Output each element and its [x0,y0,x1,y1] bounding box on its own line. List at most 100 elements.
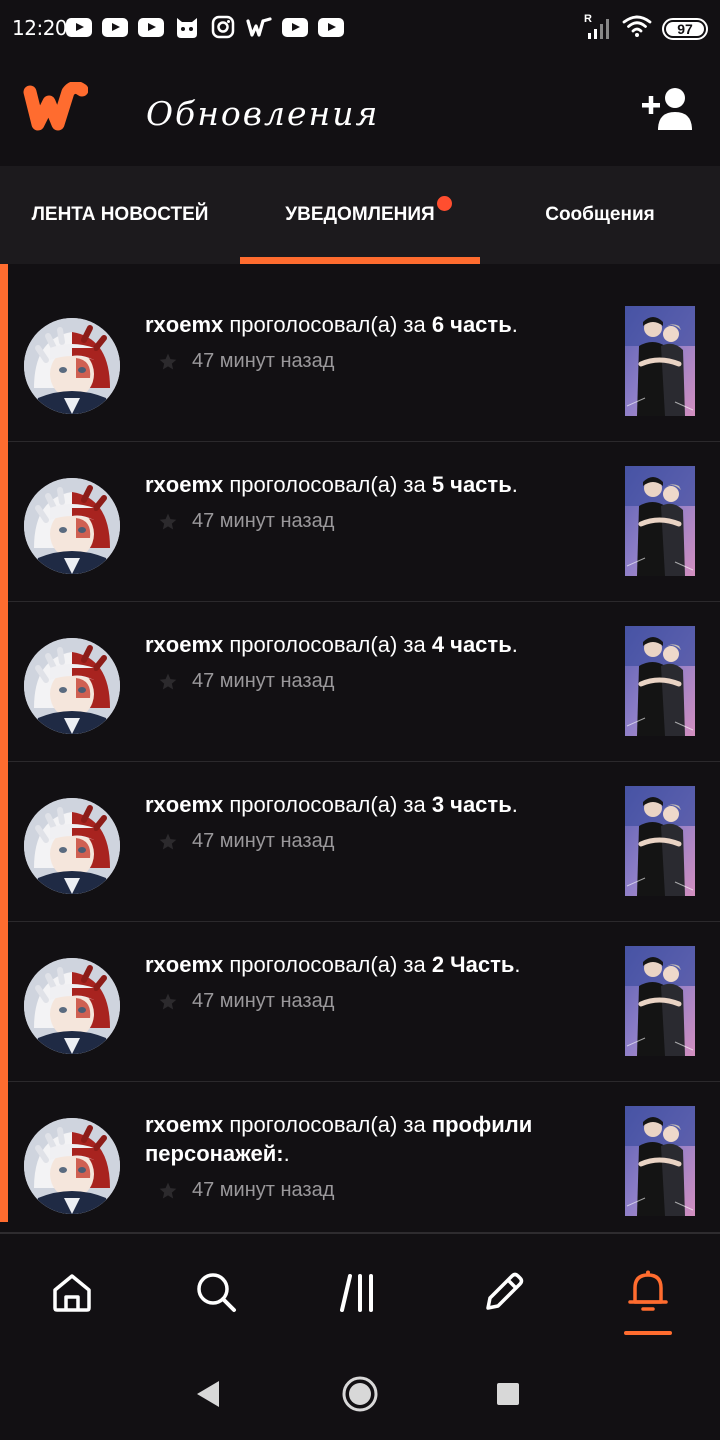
tab-notifications[interactable]: УВЕДОМЛЕНИЯ [240,166,480,264]
tab-messages-label: Сообщения [545,204,655,225]
tab-bar: ЛЕНТА НОВОСТЕЙ УВЕДОМЛЕНИЯ Сообщения [0,166,720,264]
notification-time: 47 минут назад [192,510,335,532]
youtube-notification-icon [102,17,128,37]
user-avatar[interactable] [24,638,120,734]
notification-item[interactable]: rxoemx проголосовал(а) за 4 часть. 47 ми… [8,602,720,762]
nav-write[interactable] [472,1260,536,1324]
wattpad-small-icon [246,14,272,40]
nav-notifications[interactable] [616,1260,680,1324]
app-header: Обновления [0,56,720,166]
active-nav-indicator [624,1331,672,1335]
user-avatar[interactable] [24,958,120,1054]
instagram-icon [210,14,236,40]
add-user-icon [642,88,692,130]
notification-target[interactable]: 5 часть [432,472,512,497]
status-time: 12:20 [12,16,68,40]
story-cover-thumbnail[interactable] [625,946,695,1056]
notification-meta: 47 минут назад [158,670,334,693]
user-avatar[interactable] [24,318,120,414]
back-triangle-icon [197,1381,219,1407]
notification-time: 47 минут назад [192,1179,335,1201]
notification-action: проголосовал(а) за [223,632,432,657]
notification-text: rxoemx проголосовал(а) за 3 часть. [145,790,585,819]
star-icon [159,353,177,369]
youtube-notification-icon [282,17,308,37]
notification-username[interactable]: rxoemx [145,312,223,337]
battery-level: 97 [677,20,693,37]
notification-time: 47 минут назад [192,830,335,852]
notification-action: проголосовал(а) за [223,312,432,337]
story-cover-thumbnail[interactable] [625,786,695,896]
notification-meta: 47 минут назад [158,830,334,853]
story-cover-thumbnail[interactable] [625,466,695,576]
youtube-notification-icon [66,17,92,37]
notification-time: 47 минут назад [192,990,335,1012]
star-icon [159,993,177,1009]
notification-item[interactable]: rxoemx проголосовал(а) за 3 часть. 47 ми… [8,762,720,922]
system-back-button[interactable] [184,1370,232,1418]
star-icon [159,673,177,689]
notification-username[interactable]: rxoemx [145,792,223,817]
notification-action: проголосовал(а) за [223,1112,432,1137]
notification-meta: 47 минут назад [158,990,334,1013]
notification-suffix: . [511,632,518,657]
home-icon [53,1274,91,1312]
story-cover-thumbnail[interactable] [625,1106,695,1216]
tab-messages[interactable]: Сообщения [480,166,720,264]
youtube-notification-icon [138,17,164,37]
signal-icon: R [584,13,612,41]
system-recents-button[interactable] [484,1370,532,1418]
nav-library[interactable] [328,1260,392,1324]
notification-action: проголосовал(а) за [223,952,432,977]
story-cover-thumbnail[interactable] [625,626,695,736]
tab-news-feed-label: ЛЕНТА НОВОСТЕЙ [31,204,209,225]
status-app-icons [66,14,344,40]
status-indicators: R 97 [584,13,708,43]
notification-action: проголосовал(а) за [223,792,432,817]
notification-item[interactable]: rxoemx проголосовал(а) за 6 часть. 47 ми… [8,282,720,442]
bell-icon [628,1270,668,1311]
page-title: Обновления [146,94,380,133]
youtube-notification-icon [318,17,344,37]
notification-text: rxoemx проголосовал(а) за 4 часть. [145,630,585,659]
notification-item[interactable]: rxoemx проголосовал(а) за 5 часть. 47 ми… [8,442,720,602]
tab-notifications-label: УВЕДОМЛЕНИЯ [285,204,435,225]
wattpad-logo[interactable] [22,80,89,139]
notification-time: 47 минут назад [192,670,335,692]
notification-item[interactable]: rxoemx проголосовал(а) за 2 Часть. 47 ми… [8,922,720,1082]
add-friend-button[interactable] [642,86,698,137]
notification-target[interactable]: 3 часть [432,792,512,817]
notification-target[interactable]: 2 Часть [432,952,515,977]
notification-target[interactable]: 4 часть [432,632,512,657]
notification-text: rxoemx проголосовал(а) за 2 Часть. [145,950,585,979]
search-icon [197,1273,236,1312]
notification-username[interactable]: rxoemx [145,632,223,657]
pencil-icon [486,1272,524,1310]
story-cover-thumbnail[interactable] [625,306,695,416]
user-avatar[interactable] [24,798,120,894]
nav-search[interactable] [184,1260,248,1324]
notification-username[interactable]: rxoemx [145,472,223,497]
system-home-button[interactable] [336,1370,384,1418]
system-navigation-bar [0,1348,720,1440]
notification-target[interactable]: 6 часть [432,312,512,337]
recents-square-icon [497,1383,519,1405]
tab-news-feed[interactable]: ЛЕНТА НОВОСТЕЙ [0,166,240,264]
notification-time: 47 минут назад [192,350,335,372]
notification-username[interactable]: rxoemx [145,1112,223,1137]
notification-username[interactable]: rxoemx [145,952,223,977]
notification-suffix: . [511,312,518,337]
user-avatar[interactable] [24,478,120,574]
notification-list[interactable]: rxoemx проголосовал(а) за 6 часть. 47 ми… [0,264,720,1232]
notification-item[interactable]: rxoemx проголосовал(а) за профили персон… [8,1082,720,1232]
bottom-nav [0,1234,720,1348]
unread-badge-dot [437,196,452,211]
nav-home[interactable] [40,1260,104,1324]
notification-suffix: . [283,1141,290,1166]
user-avatar[interactable] [24,1118,120,1214]
notification-suffix: . [514,952,521,977]
notification-text: rxoemx проголосовал(а) за 6 часть. [145,310,585,339]
battery-indicator: 97 [662,17,708,40]
notification-meta: 47 минут назад [158,510,334,533]
wifi-icon [622,14,652,43]
